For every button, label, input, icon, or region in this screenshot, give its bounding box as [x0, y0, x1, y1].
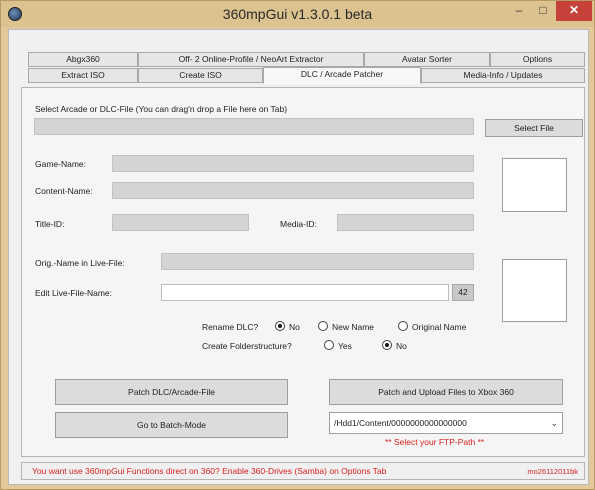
maximize-button[interactable]: □: [532, 1, 554, 21]
tab-avatar-sorter[interactable]: Avatar Sorter: [364, 52, 490, 67]
rename-no-label: No: [289, 322, 300, 332]
select-file-label: Select Arcade or DLC-File (You can drag'…: [35, 104, 288, 114]
content-image-box: [502, 259, 567, 322]
chevron-down-icon: ⌄: [550, 418, 558, 428]
patch-upload-button[interactable]: Patch and Upload Files to Xbox 360: [329, 379, 563, 405]
version-label: mo26112011bk: [527, 467, 578, 476]
close-button[interactable]: ✕: [556, 1, 592, 21]
orig-name-label: Orig.-Name in Live-File:: [35, 258, 125, 268]
content-name-field[interactable]: [112, 182, 474, 199]
rename-original-name-label: Original Name: [412, 322, 467, 332]
title-bar[interactable]: 360mpGui v1.3.0.1 beta – □ ✕: [1, 1, 594, 27]
select-file-button[interactable]: Select File: [485, 119, 583, 137]
patch-dlc-button[interactable]: Patch DLC/Arcade-File: [55, 379, 288, 405]
app-window: 360mpGui v1.3.0.1 beta – □ ✕ Abgx360 Off…: [0, 0, 595, 490]
tab-options[interactable]: Options: [490, 52, 585, 67]
edit-live-name-label: Edit Live-File-Name:: [35, 288, 112, 298]
game-name-label: Game-Name:: [35, 159, 87, 169]
minimize-button[interactable]: –: [508, 1, 530, 21]
title-id-field[interactable]: [112, 214, 249, 231]
folder-structure-label: Create Folderstructure?: [202, 341, 292, 351]
tab-media-info-updates[interactable]: Media-Info / Updates: [421, 68, 585, 83]
rename-new-name-radio[interactable]: [318, 321, 328, 331]
orig-name-field[interactable]: [161, 253, 474, 270]
rename-dlc-label: Rename DLC?: [202, 322, 259, 332]
folder-yes-radio[interactable]: [324, 340, 334, 350]
rename-new-name-label: New Name: [332, 322, 375, 332]
rename-no-radio[interactable]: [275, 321, 285, 331]
window-title: 360mpGui v1.3.0.1 beta: [222, 6, 373, 22]
folder-yes-label: Yes: [338, 341, 352, 351]
tab-offline-online-profile[interactable]: Off- 2 Online-Profile / NeoArt Extractor: [138, 52, 364, 67]
media-id-label: Media-ID:: [280, 219, 317, 229]
ftp-path-hint: ** Select your FTP-Path **: [385, 437, 485, 447]
folder-no-radio[interactable]: [382, 340, 392, 350]
ftp-path-select[interactable]: /Hdd1/Content/0000000000000000 ⌄: [329, 412, 563, 434]
status-bar: You want use 360mpGui Functions direct o…: [21, 462, 585, 480]
batch-mode-button[interactable]: Go to Batch-Mode: [55, 412, 288, 438]
title-id-label: Title-ID:: [35, 219, 65, 229]
game-image-box: [502, 158, 567, 212]
media-id-field[interactable]: [337, 214, 474, 231]
tab-create-iso[interactable]: Create ISO: [138, 68, 263, 83]
rename-original-name-radio[interactable]: [398, 321, 408, 331]
folder-no-label: No: [396, 341, 407, 351]
char-counter: 42: [452, 284, 474, 301]
tab-dlc-arcade-patcher[interactable]: DLC / Arcade Patcher: [263, 67, 421, 84]
tab-extract-iso[interactable]: Extract ISO: [28, 68, 138, 83]
game-name-field[interactable]: [112, 155, 474, 172]
tab-abgx360[interactable]: Abgx360: [28, 52, 138, 67]
ftp-path-value: /Hdd1/Content/0000000000000000: [334, 418, 467, 428]
status-message: You want use 360mpGui Functions direct o…: [32, 466, 387, 476]
edit-live-name-input[interactable]: [161, 284, 449, 301]
file-path-field[interactable]: [34, 118, 474, 135]
content-name-label: Content-Name:: [35, 186, 93, 196]
